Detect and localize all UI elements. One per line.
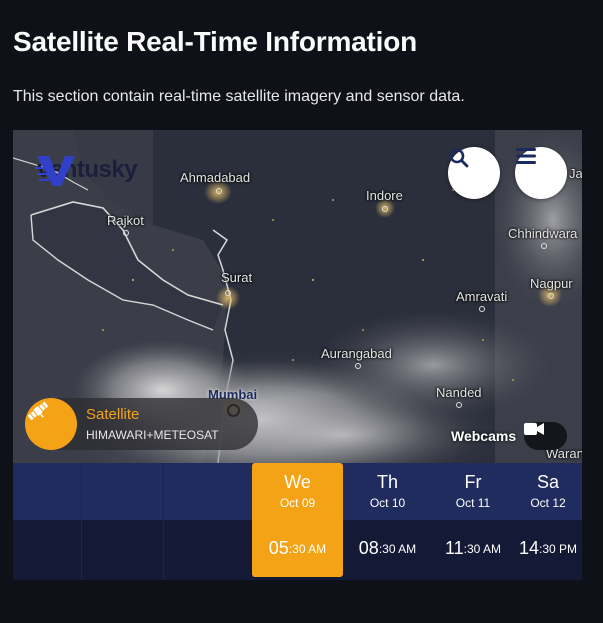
day-date: Oct 12 xyxy=(530,496,566,510)
ventusky-v-icon xyxy=(35,156,75,186)
day-name: Fr xyxy=(464,472,482,492)
city-marker xyxy=(225,290,231,296)
timeline-empty-cell xyxy=(13,463,82,520)
day-date: Oct 10 xyxy=(369,496,406,510)
layer-source: HIMAWARI+METEOSAT xyxy=(86,428,219,442)
timeline-empty-cell xyxy=(163,520,253,580)
city-marker xyxy=(548,293,554,299)
webcams-label[interactable]: Webcams xyxy=(451,428,516,444)
page-title: Satellite Real-Time Information xyxy=(13,26,418,57)
ventusky-logo[interactable]: ventusky xyxy=(35,152,138,188)
time-minute: :30 AM xyxy=(378,541,417,556)
video-camera-icon xyxy=(524,423,544,435)
time-hour: 14 xyxy=(518,538,539,558)
city-marker xyxy=(382,206,388,212)
timeline-times-row: 05:30 AM 08:30 AM 11:30 AM 14:30 PM xyxy=(13,520,582,580)
city-label: Indore xyxy=(366,188,403,203)
webcams-button[interactable] xyxy=(524,422,567,450)
day-tab[interactable]: Th Oct 10 xyxy=(343,463,432,520)
city-marker xyxy=(479,306,485,312)
day-tab[interactable]: Fr Oct 11 xyxy=(432,463,514,520)
day-tab[interactable]: Sa Oct 12 xyxy=(514,463,582,520)
time-slot[interactable]: 14:30 PM xyxy=(514,520,582,577)
menu-button[interactable] xyxy=(515,147,567,199)
city-marker xyxy=(216,188,222,194)
hamburger-menu-icon xyxy=(516,148,536,164)
city-marker xyxy=(355,363,361,369)
time-hour: 11 xyxy=(444,538,464,558)
city-label: Jal xyxy=(569,166,582,181)
day-date: Oct 09 xyxy=(279,496,316,510)
city-label: Amravati xyxy=(456,289,508,304)
city-label: Ahmadabad xyxy=(180,170,251,185)
city-label: Chhindwara xyxy=(508,226,578,241)
satellite-map[interactable]: Ahmadabad Rajkot Indore Chhindwara Jal S… xyxy=(13,130,582,463)
time-hour: 05 xyxy=(268,538,289,558)
search-button[interactable] xyxy=(448,147,500,199)
timeline-empty-cell xyxy=(81,520,164,580)
city-marker xyxy=(456,402,462,408)
city-label: Rajkot xyxy=(107,213,144,228)
layer-title: Satellite xyxy=(86,406,140,423)
day-tab[interactable]: We Oct 09 xyxy=(252,463,343,520)
day-date: Oct 11 xyxy=(455,496,491,510)
time-minute: :30 AM xyxy=(288,541,327,556)
search-icon xyxy=(449,148,469,168)
day-name: Th xyxy=(376,472,398,492)
time-minute: :30 AM xyxy=(463,541,502,556)
city-label: Surat xyxy=(221,270,253,285)
timeline: We Oct 09 Th Oct 10 Fr Oct 11 Sa Oct 12 … xyxy=(13,463,582,580)
day-name: We xyxy=(284,472,311,492)
city-label: Nanded xyxy=(436,385,482,400)
day-name: Sa xyxy=(536,472,560,492)
timeline-empty-cell xyxy=(81,463,164,520)
timeline-empty-cell xyxy=(13,520,82,580)
time-hour: 08 xyxy=(358,538,379,558)
city-label: Nagpur xyxy=(530,276,573,291)
page-subtitle: This section contain real-time satellite… xyxy=(13,88,465,105)
city-marker xyxy=(541,243,547,249)
timeline-empty-cell xyxy=(163,463,253,520)
time-slot[interactable]: 11:30 AM xyxy=(432,520,514,577)
layer-selector[interactable]: Satellite HIMAWARI+METEOSAT xyxy=(25,398,258,450)
time-slot[interactable]: 08:30 AM xyxy=(343,520,432,577)
time-minute: :30 PM xyxy=(539,541,578,556)
timeline-days-row: We Oct 09 Th Oct 10 Fr Oct 11 Sa Oct 12 xyxy=(13,463,582,520)
ventusky-embed: Ahmadabad Rajkot Indore Chhindwara Jal S… xyxy=(13,130,582,580)
city-label: Aurangabad xyxy=(321,346,392,361)
time-slot[interactable]: 05:30 AM xyxy=(252,520,343,577)
satellite-icon xyxy=(25,398,77,450)
city-marker xyxy=(123,230,129,236)
